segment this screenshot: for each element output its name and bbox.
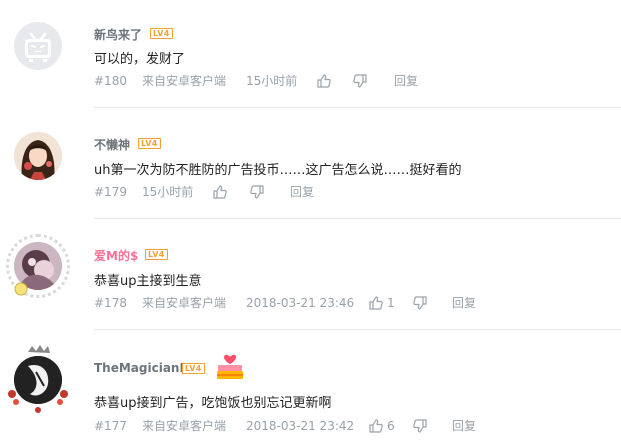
time-label: 2018-03-21 23:42 — [246, 419, 355, 433]
reply-button[interactable]: 回复 — [290, 184, 314, 200]
bilibili-tv-avatar-icon — [14, 22, 62, 70]
like-count: 1 — [387, 296, 395, 310]
thumb-up-icon[interactable] — [316, 73, 332, 89]
level-badge: LV4 — [150, 28, 173, 39]
avatar[interactable] — [6, 234, 70, 298]
device-label: 来自安卓客户端 — [142, 419, 227, 433]
floor-number: #178 — [94, 296, 127, 310]
thumb-down-icon[interactable] — [412, 418, 428, 434]
thumb-down-icon[interactable] — [249, 184, 265, 200]
cake-badge-icon — [217, 354, 243, 379]
pendant-badge-icon — [14, 282, 28, 296]
magician-avatar-icon — [14, 356, 62, 404]
thumb-up-icon[interactable] — [212, 184, 228, 200]
device-label: 来自安卓客户端 — [142, 74, 227, 88]
time-label: 15小时前 — [246, 74, 298, 88]
comment-text: 恭喜up主接到生意 — [94, 274, 202, 289]
avatar[interactable] — [12, 130, 64, 182]
username[interactable]: 新鸟来了 — [94, 26, 142, 43]
thumb-up-icon[interactable] — [368, 295, 384, 311]
divider — [94, 107, 621, 108]
comment-text: 可以的，发财了 — [94, 52, 186, 67]
divider — [94, 329, 621, 330]
username[interactable]: TheMagicianI — [94, 361, 184, 375]
reply-button[interactable]: 回复 — [394, 73, 418, 89]
username[interactable]: 爱M的$ — [94, 247, 138, 264]
level-badge: LV4 — [138, 138, 161, 149]
divider — [94, 218, 621, 219]
avatar[interactable] — [12, 20, 64, 72]
comment-text: uh第一次为防不胜防的广告投币……这广告怎么说……挺好看的 — [94, 163, 462, 178]
reply-button[interactable]: 回复 — [452, 295, 476, 311]
like-count: 6 — [387, 419, 395, 433]
avatar[interactable] — [8, 345, 68, 413]
level-badge: LV4 — [182, 363, 205, 374]
comment-text: 恭喜up接到广告，吃饱饭也别忘记更新啊 — [94, 396, 332, 411]
device-label: 来自安卓客户端 — [142, 296, 227, 310]
thumb-down-icon[interactable] — [412, 295, 428, 311]
thumb-up-icon[interactable] — [368, 418, 384, 434]
thumb-down-icon[interactable] — [352, 73, 368, 89]
level-badge: LV4 — [145, 249, 168, 260]
floor-number: #180 — [94, 74, 127, 88]
floor-number: #179 — [94, 185, 127, 199]
time-label: 2018-03-21 23:46 — [246, 296, 355, 310]
username[interactable]: 不懒神 — [94, 136, 130, 153]
portrait-avatar-icon — [14, 132, 62, 180]
time-label: 15小时前 — [142, 185, 194, 199]
reply-button[interactable]: 回复 — [452, 418, 476, 434]
floor-number: #177 — [94, 419, 127, 433]
